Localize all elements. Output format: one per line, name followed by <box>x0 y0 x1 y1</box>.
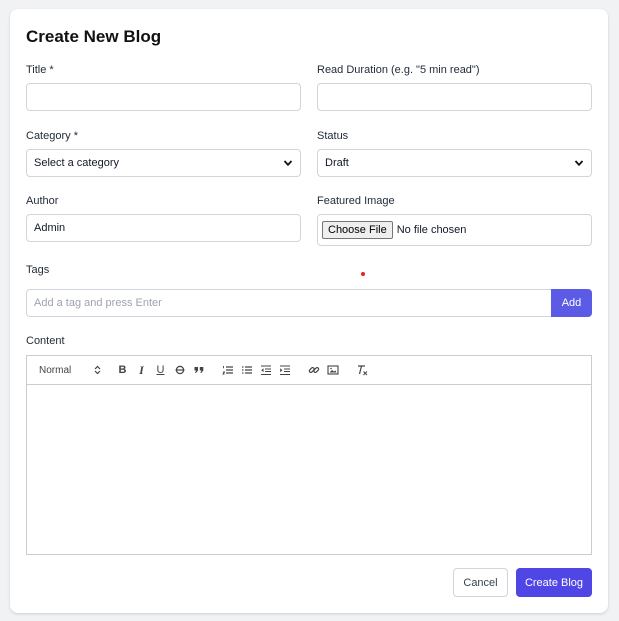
chevron-down-icon <box>283 158 293 168</box>
create-blog-card: Create New Blog Title * Read Duration (e… <box>10 9 608 613</box>
tag-input[interactable] <box>26 289 551 317</box>
strike-icon[interactable] <box>170 361 189 379</box>
indent-icon[interactable] <box>275 361 294 379</box>
editor-content-area[interactable] <box>27 385 591 554</box>
status-selected-value: Draft <box>325 157 349 169</box>
updown-icon <box>94 365 101 375</box>
outdent-icon[interactable] <box>256 361 275 379</box>
ordered-list-icon[interactable] <box>218 361 237 379</box>
author-input[interactable] <box>26 214 301 242</box>
status-select[interactable]: Draft <box>317 149 592 177</box>
chevron-down-icon <box>574 158 584 168</box>
title-input[interactable] <box>26 83 301 111</box>
italic-icon[interactable]: I <box>132 361 151 379</box>
clear-format-icon[interactable] <box>352 361 371 379</box>
no-file-text: No file chosen <box>396 224 467 236</box>
author-label: Author <box>26 195 59 207</box>
bullet-list-icon[interactable] <box>237 361 256 379</box>
heading-select[interactable]: Normal <box>35 365 101 376</box>
cancel-button[interactable]: Cancel <box>453 568 508 597</box>
editor-toolbar: Normal B I U <box>27 356 591 385</box>
category-select[interactable]: Select a category <box>26 149 301 177</box>
bold-icon[interactable]: B <box>113 361 132 379</box>
underline-icon[interactable]: U <box>151 361 170 379</box>
rich-text-editor: Normal B I U <box>26 355 592 555</box>
blockquote-icon[interactable] <box>189 361 208 379</box>
create-blog-button[interactable]: Create Blog <box>516 568 592 597</box>
status-label: Status <box>317 130 349 142</box>
read-duration-input[interactable] <box>317 83 592 111</box>
tags-label: Tags <box>26 264 50 276</box>
indicator-dot <box>361 272 365 276</box>
content-label: Content <box>26 335 65 347</box>
choose-file-button[interactable]: Choose File <box>322 221 393 239</box>
category-selected-value: Select a category <box>34 157 119 169</box>
add-tag-button[interactable]: Add <box>551 289 592 317</box>
featured-image-label: Featured Image <box>317 195 395 207</box>
read-duration-label: Read Duration (e.g. "5 min read") <box>317 64 480 76</box>
link-icon[interactable] <box>304 361 323 379</box>
tag-input-group: Add <box>26 289 592 317</box>
category-label: Category * <box>26 130 78 142</box>
title-label: Title * <box>26 64 54 76</box>
image-icon[interactable] <box>323 361 342 379</box>
heading-select-value: Normal <box>39 364 72 376</box>
page-title: Create New Blog <box>26 27 162 46</box>
featured-image-file-input: Choose File No file chosen <box>317 214 592 246</box>
